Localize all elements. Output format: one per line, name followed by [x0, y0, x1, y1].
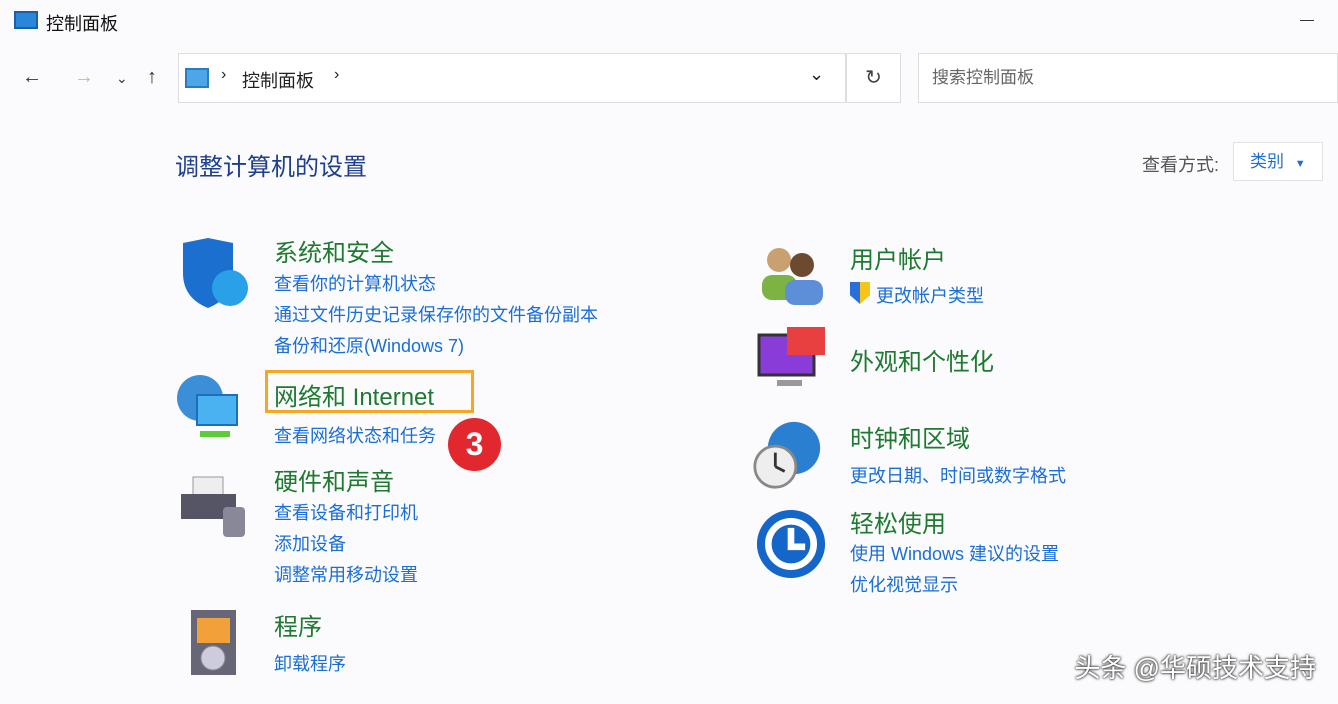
- category-hardware-sound[interactable]: 硬件和声音: [274, 462, 394, 497]
- address-bar[interactable]: › 控制面板 › ⌄: [178, 53, 846, 103]
- category-network-internet[interactable]: 网络和 Internet: [274, 377, 434, 412]
- control-panel-icon: [185, 68, 209, 88]
- category-clock-region[interactable]: 时钟和区域: [850, 419, 970, 454]
- window-icon: [14, 11, 38, 29]
- recent-dropdown[interactable]: ⌄: [116, 70, 128, 87]
- link-devices-printers[interactable]: 查看设备和打印机: [274, 499, 418, 525]
- back-button[interactable]: ←: [22, 66, 42, 89]
- user-accounts-icon: [757, 240, 827, 310]
- appearance-icon: [757, 325, 827, 395]
- view-by-value: 类别: [1250, 152, 1284, 171]
- ease-of-access-icon: [756, 509, 826, 579]
- caret-down-icon: ▼: [1295, 158, 1306, 170]
- link-change-account-type[interactable]: 更改帐户类型: [876, 282, 984, 308]
- link-network-status[interactable]: 查看网络状态和任务: [274, 422, 436, 448]
- link-mobility-settings[interactable]: 调整常用移动设置: [274, 561, 418, 587]
- minimize-button[interactable]: [1300, 20, 1314, 21]
- breadcrumb-separator[interactable]: ›: [334, 66, 339, 84]
- category-user-accounts[interactable]: 用户帐户: [850, 240, 946, 275]
- printer-icon: [178, 472, 248, 542]
- uac-shield-icon: [850, 282, 870, 304]
- search-input[interactable]: 搜索控制面板: [918, 53, 1338, 103]
- link-backup-restore[interactable]: 备份和还原(Windows 7): [274, 332, 464, 358]
- view-by-select[interactable]: 类别 ▼: [1233, 142, 1323, 181]
- chevron-down-icon[interactable]: ⌄: [809, 64, 824, 85]
- programs-icon: [183, 608, 253, 678]
- link-optimize-display[interactable]: 优化视觉显示: [850, 571, 958, 597]
- breadcrumb-separator: ›: [221, 66, 226, 84]
- clock-region-icon: [752, 420, 822, 490]
- breadcrumb-control-panel[interactable]: 控制面板: [242, 67, 314, 93]
- view-by-label: 查看方式:: [1142, 151, 1219, 177]
- network-icon: [175, 373, 245, 443]
- category-ease-of-access[interactable]: 轻松使用: [850, 504, 946, 539]
- forward-button[interactable]: →: [74, 66, 94, 89]
- up-button[interactable]: ↑: [147, 66, 157, 89]
- refresh-button[interactable]: ↻: [846, 53, 901, 103]
- page-title: 调整计算机的设置: [175, 147, 367, 182]
- link-uninstall-program[interactable]: 卸载程序: [274, 650, 346, 676]
- link-add-device[interactable]: 添加设备: [274, 530, 346, 556]
- watermark: 头条 @华硕技术支持: [1074, 648, 1316, 685]
- window-title: 控制面板: [46, 10, 118, 36]
- link-recommended-settings[interactable]: 使用 Windows 建议的设置: [850, 540, 1059, 566]
- link-computer-status[interactable]: 查看你的计算机状态: [274, 270, 436, 296]
- category-appearance[interactable]: 外观和个性化: [850, 342, 994, 377]
- link-file-history[interactable]: 通过文件历史记录保存你的文件备份副本: [274, 301, 598, 327]
- step-badge: 3: [448, 418, 501, 471]
- category-system-security[interactable]: 系统和安全: [274, 233, 394, 268]
- shield-icon: [178, 238, 248, 308]
- link-date-time-format[interactable]: 更改日期、时间或数字格式: [850, 462, 1066, 488]
- category-programs[interactable]: 程序: [274, 607, 322, 642]
